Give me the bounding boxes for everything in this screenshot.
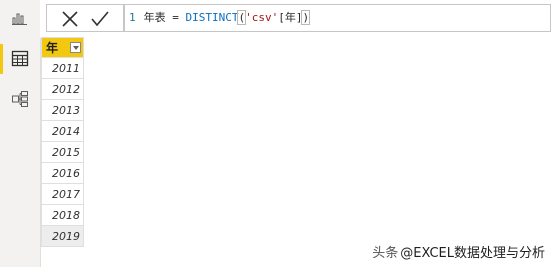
table-row[interactable]: 2014	[41, 120, 84, 142]
table-cell: 2018	[41, 204, 84, 226]
table-row[interactable]: 2018	[41, 204, 84, 226]
formula-input[interactable]: 1 年表 = DISTINCT('csv'[年])	[124, 4, 551, 32]
formula-bar: 1 年表 = DISTINCT('csv'[年])	[40, 0, 555, 38]
formula-actions	[46, 4, 124, 32]
column-header-label: 年	[46, 41, 59, 55]
table-cell: 2017	[41, 183, 84, 205]
line-number: 1	[129, 11, 136, 24]
bar-chart-icon	[12, 13, 27, 25]
table-row[interactable]: 2011	[41, 57, 84, 79]
formula-column-ref: [年]	[278, 11, 303, 24]
data-table: 年 2011 2012 2013 2014 2015 2016 2017 201…	[41, 37, 84, 247]
formula-table-name: 年表	[143, 11, 166, 24]
table-cell: 2019	[41, 225, 84, 247]
left-view-rail	[0, 0, 41, 267]
formula-function: DISTINCT	[185, 11, 239, 24]
watermark: 头条 @EXCEL数据处理与分析	[372, 242, 545, 261]
formula-close-paren: )	[301, 10, 311, 25]
model-diagram-icon	[12, 91, 28, 107]
cancel-formula-button[interactable]	[59, 9, 81, 29]
checkmark-icon	[91, 11, 109, 27]
table-row[interactable]: 2016	[41, 162, 84, 184]
table-cell: 2015	[41, 141, 84, 163]
table-grid-icon	[11, 50, 29, 67]
formula-equals: =	[172, 11, 179, 24]
table-cell: 2012	[41, 78, 84, 100]
formula-source-table: 'csv'	[245, 11, 279, 24]
table-row[interactable]: 2012	[41, 78, 84, 100]
table-cell: 2014	[41, 120, 84, 142]
report-view-button[interactable]	[0, 0, 40, 38]
table-row[interactable]: 2015	[41, 141, 84, 163]
table-row[interactable]: 2017	[41, 183, 84, 205]
watermark-text: @EXCEL数据处理与分析	[400, 246, 545, 261]
column-header[interactable]: 年	[41, 37, 84, 58]
data-view-button[interactable]	[0, 40, 40, 78]
watermark-prefix: 头条	[372, 246, 399, 261]
filter-dropdown-icon[interactable]	[70, 42, 81, 53]
table-cell: 2013	[41, 99, 84, 121]
table-row[interactable]: 2013	[41, 99, 84, 121]
table-row-selected[interactable]: 2019	[41, 225, 84, 247]
commit-formula-button[interactable]	[89, 9, 111, 29]
table-cell: 2011	[41, 57, 84, 79]
table-cell: 2016	[41, 162, 84, 184]
model-view-button[interactable]	[0, 80, 40, 118]
close-icon	[62, 11, 78, 27]
